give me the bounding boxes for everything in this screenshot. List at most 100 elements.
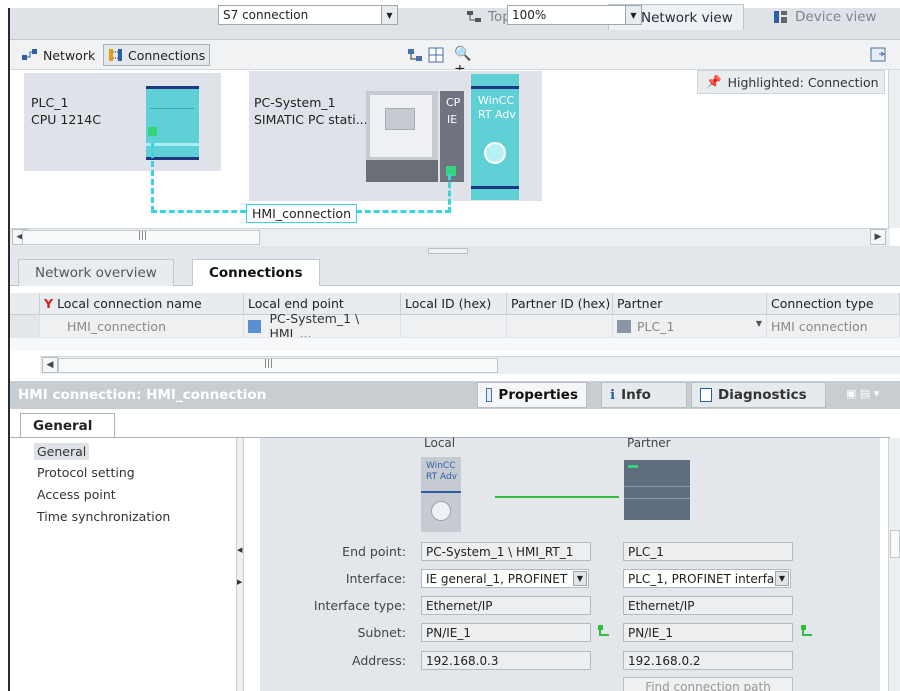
column-label: Partner ID (hex) bbox=[511, 296, 611, 311]
info-icon: ℹ bbox=[610, 387, 616, 403]
canvas-horizontal-scrollbar[interactable]: ◀ ||| ▶ bbox=[10, 228, 890, 246]
connections-mode-button[interactable]: Connections bbox=[103, 44, 211, 66]
column-header-connection-type[interactable]: Connection type bbox=[767, 293, 900, 315]
plc-module-top-bar bbox=[146, 86, 199, 89]
nav-access-point[interactable]: Access point bbox=[34, 486, 119, 503]
window-controls-icon[interactable]: ▣ ▤ ▾ bbox=[846, 387, 894, 403]
wincc-module[interactable] bbox=[471, 74, 519, 200]
nav-protocol-setting[interactable]: Protocol setting bbox=[34, 464, 138, 481]
cell-partner-text: PLC_1 bbox=[637, 318, 675, 334]
tab-diagnostics[interactable]: Diagnostics bbox=[691, 382, 826, 408]
cell-local-id[interactable] bbox=[401, 315, 507, 337]
wincc-label-line1: WinCC bbox=[478, 94, 515, 107]
local-device-label-line2: RT Adv bbox=[426, 472, 457, 482]
ie-label: IE bbox=[447, 113, 458, 126]
network-mode-button[interactable]: Network bbox=[16, 44, 100, 66]
local-partner-link bbox=[495, 496, 619, 498]
tab-connections[interactable]: Connections bbox=[192, 259, 320, 286]
cell-partner[interactable]: PLC_1 ▼ bbox=[613, 315, 767, 337]
wincc-label-line2: RT Adv bbox=[478, 108, 516, 121]
wincc-label: WinCC RT Adv bbox=[478, 94, 516, 122]
local-interface-value: IE general_1, PROFINET bbox=[426, 571, 568, 586]
nav-general[interactable]: General bbox=[34, 443, 90, 460]
partner-device-led bbox=[628, 465, 638, 468]
network-mode-label: Network bbox=[43, 47, 96, 63]
grid-icon[interactable] bbox=[428, 47, 444, 63]
tab-info[interactable]: ℹ Info bbox=[601, 382, 687, 408]
partner-end-point-field: PLC_1 bbox=[623, 542, 793, 561]
splitter-handle[interactable] bbox=[428, 248, 468, 254]
column-header-partner[interactable]: Partner bbox=[613, 293, 767, 315]
cell-connection-type[interactable]: HMI connection bbox=[767, 315, 900, 337]
chevron-down-icon[interactable]: ▼ bbox=[381, 6, 397, 24]
tab-device-view[interactable]: Device view bbox=[762, 4, 888, 30]
pc-type: SIMATIC PC stati... bbox=[254, 112, 368, 127]
column-label: Local connection name bbox=[57, 296, 202, 311]
empty-row[interactable] bbox=[10, 337, 900, 351]
connection-tools-icon[interactable] bbox=[407, 47, 423, 63]
chevron-down-icon[interactable]: ▼ bbox=[573, 571, 587, 586]
tab-general[interactable]: General bbox=[20, 413, 115, 437]
partner-interface-select[interactable]: PLC_1, PROFINET interfa ▼ bbox=[623, 569, 791, 588]
column-header-local-connection-name[interactable]: Y Local connection name bbox=[40, 293, 244, 315]
connection-label[interactable]: HMI_connection bbox=[246, 204, 357, 223]
zoom-select[interactable]: 100% ▼ bbox=[507, 5, 642, 25]
disc-icon bbox=[431, 501, 451, 521]
hmi-device-icon bbox=[248, 319, 262, 333]
local-device-bar bbox=[421, 491, 461, 493]
wincc-top-bar bbox=[471, 86, 519, 89]
chevron-down-icon[interactable]: ▼ bbox=[775, 571, 789, 586]
tab-properties[interactable]: Properties bbox=[477, 382, 587, 408]
column-label: Local end point bbox=[248, 296, 344, 311]
plc-port[interactable] bbox=[148, 127, 157, 136]
splitter[interactable] bbox=[10, 246, 900, 256]
plc-device-icon bbox=[617, 319, 631, 333]
address-label: Address: bbox=[352, 653, 406, 668]
canvas-vertical-scrollbar[interactable] bbox=[888, 70, 900, 228]
scroll-right-icon[interactable]: ▶ bbox=[870, 229, 886, 245]
plc-name: PLC_1 bbox=[31, 95, 69, 110]
connection-line-pc-drop bbox=[448, 174, 453, 213]
panel-toggle-icon[interactable] bbox=[870, 46, 888, 64]
tab-network-overview[interactable]: Network overview bbox=[18, 259, 174, 286]
connection-type-select[interactable]: S7 connection ▼ bbox=[218, 5, 398, 25]
cell-connection-name[interactable]: HMI_connection bbox=[40, 315, 244, 337]
highlight-label: Highlighted: Connection bbox=[727, 74, 879, 90]
chevron-down-icon[interactable]: ▼ bbox=[625, 6, 641, 24]
local-device-label-line1: WinCC bbox=[426, 461, 456, 471]
column-header-local-id[interactable]: Local ID (hex) bbox=[401, 293, 507, 315]
tab-properties-label: Properties bbox=[498, 387, 578, 403]
tools-icon: Y bbox=[44, 296, 54, 311]
scroll-thumb[interactable] bbox=[58, 358, 498, 373]
tab-info-label: Info bbox=[621, 387, 651, 403]
nav-splitter[interactable]: ◀ ▶ bbox=[236, 438, 244, 691]
column-header-partner-id[interactable]: Partner ID (hex) bbox=[507, 293, 613, 315]
partner-subnet-icon bbox=[801, 625, 813, 637]
cell-local-end-point[interactable]: PC-System_1 \ HMI_... bbox=[244, 311, 401, 341]
find-connection-path-button[interactable]: Find connection path bbox=[623, 677, 793, 691]
device-icon bbox=[774, 11, 787, 23]
inspector-title: HMI connection: HMI_connection bbox=[18, 387, 267, 403]
nav-time-synchronization[interactable]: Time synchronization bbox=[34, 508, 173, 525]
inspector-vertical-scrollbar[interactable] bbox=[888, 438, 900, 691]
partner-device-line bbox=[624, 498, 690, 499]
collapse-left-icon[interactable]: ◀ bbox=[237, 546, 242, 554]
connections-mode-icon bbox=[109, 49, 122, 61]
row-header[interactable] bbox=[10, 315, 40, 337]
scroll-thumb[interactable] bbox=[890, 530, 900, 558]
subnet-label: Subnet: bbox=[357, 625, 406, 640]
local-interface-select[interactable]: IE general_1, PROFINET ▼ bbox=[421, 569, 589, 588]
cell-partner-id[interactable] bbox=[507, 315, 613, 337]
scroll-left-icon[interactable]: ◀ bbox=[42, 357, 58, 373]
connection-type-value: S7 connection bbox=[223, 8, 309, 22]
expand-right-icon[interactable]: ▶ bbox=[237, 578, 242, 586]
zoom-icon[interactable]: 🔍± bbox=[454, 46, 482, 78]
local-subnet-icon bbox=[598, 625, 610, 637]
chevron-down-icon[interactable]: ▼ bbox=[756, 319, 762, 328]
end-point-label: End point: bbox=[342, 544, 406, 559]
pin-icon: 📌 bbox=[706, 74, 722, 89]
connections-mode-label: Connections bbox=[128, 47, 206, 63]
tab-diagnostics-label: Diagnostics bbox=[718, 387, 807, 403]
local-interface-type-field: Ethernet/IP bbox=[421, 596, 591, 615]
table-horizontal-scrollbar[interactable]: ◀ ||| bbox=[40, 356, 900, 374]
